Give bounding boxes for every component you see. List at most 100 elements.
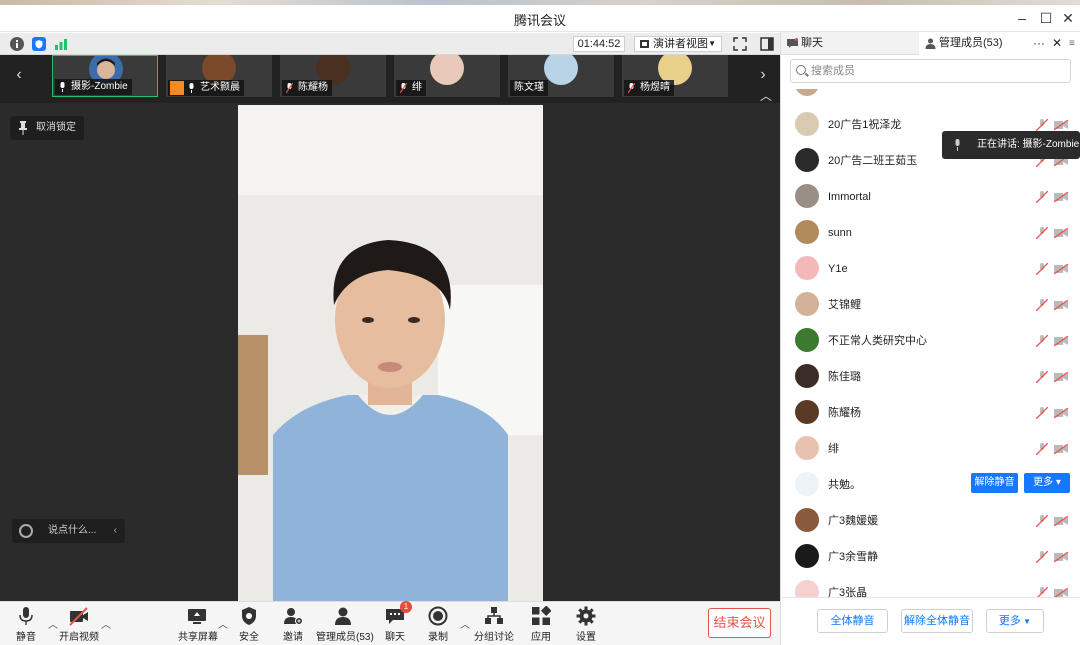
- member-name: Y1e: [828, 263, 848, 275]
- footer-more-button[interactable]: 更多 ▼: [986, 609, 1044, 633]
- participant-thumbnail[interactable]: 陈文瑾: [508, 55, 614, 97]
- list-item[interactable]: 共勉。 解除静音 更多 ▾: [781, 467, 1080, 503]
- minimize-icon[interactable]: –: [1015, 11, 1029, 25]
- more-dots-icon[interactable]: ···: [1033, 32, 1045, 55]
- camera-off-icon: [1054, 552, 1068, 562]
- chat-button[interactable]: 1 聊天: [382, 601, 412, 644]
- sidebar-toggle-icon[interactable]: [760, 37, 774, 51]
- microphone-muted-icon: [1036, 443, 1048, 455]
- avatar: [795, 400, 819, 424]
- list-item[interactable]: [781, 89, 1080, 103]
- tab-members-label: 管理成员(53): [939, 37, 1003, 49]
- speaker-video: [238, 105, 543, 601]
- invite-button[interactable]: 邀请: [280, 606, 306, 644]
- chevron-up-icon[interactable]: ︿: [101, 616, 111, 631]
- fullscreen-icon[interactable]: [733, 37, 747, 51]
- thumbnail-label: 艺术颢晨: [168, 80, 244, 96]
- thumbnail-name: 艺术颢晨: [200, 82, 240, 93]
- close-icon[interactable]: ✕: [1061, 11, 1075, 25]
- microphone-muted-icon: [1037, 587, 1048, 597]
- emoji-icon[interactable]: [19, 524, 33, 538]
- list-item[interactable]: 艾锦鲤: [781, 287, 1080, 323]
- thumbnail-label: 杨煜晴: [624, 80, 674, 96]
- unpin-button[interactable]: 取消锁定: [10, 116, 84, 140]
- chevron-up-icon[interactable]: ︿: [460, 616, 470, 631]
- chat-icon: [787, 38, 798, 48]
- view-mode-dropdown[interactable]: 演讲者视图 ▼: [634, 36, 722, 52]
- list-item[interactable]: Immortal: [781, 179, 1080, 215]
- list-item[interactable]: 陈佳璐: [781, 359, 1080, 395]
- member-name: 20广告二班王茹玉: [828, 155, 918, 167]
- list-item[interactable]: sunn: [781, 215, 1080, 251]
- participant-thumbnail[interactable]: 摄影-Zombie: [52, 55, 158, 97]
- camera-off-icon: [1054, 336, 1068, 346]
- mute-all-button[interactable]: 全体静音: [817, 609, 888, 633]
- chat-icon: 1: [385, 601, 412, 626]
- security-label: 安全: [239, 632, 259, 643]
- microphone-muted-icon: [1036, 119, 1048, 131]
- chevron-up-icon[interactable]: ︿: [760, 87, 772, 104]
- manage-members-button[interactable]: 管理成员(53): [316, 606, 374, 644]
- start-video-button[interactable]: 开启视频: [58, 606, 100, 644]
- thumbnail-name: 绯: [412, 82, 422, 93]
- list-item[interactable]: 陈耀杨: [781, 395, 1080, 431]
- apps-button[interactable]: 应用: [528, 605, 554, 644]
- avatar: [795, 256, 819, 280]
- member-panel-footer: 全体静音 解除全体静音 更多 ▼: [781, 597, 1080, 645]
- chevron-right-icon[interactable]: ›: [756, 63, 770, 87]
- participant-thumbnail[interactable]: 艺术颢晨: [166, 55, 272, 97]
- tab-chat[interactable]: 聊天: [781, 32, 919, 55]
- start-video-label: 开启视频: [59, 632, 99, 643]
- info-icon[interactable]: [10, 37, 24, 51]
- participant-thumbnail[interactable]: 杨煜晴: [622, 55, 728, 97]
- participant-thumbnail[interactable]: 绯: [394, 55, 500, 97]
- camera-off-icon: [69, 606, 89, 626]
- list-item[interactable]: Y1e: [781, 251, 1080, 287]
- camera-off-icon: [1054, 120, 1068, 130]
- microphone-muted-icon: [628, 83, 635, 93]
- maximize-icon[interactable]: ☐: [1039, 11, 1053, 25]
- unmute-all-button[interactable]: 解除全体静音: [901, 609, 973, 633]
- list-item[interactable]: 不正常人类研究中心: [781, 323, 1080, 359]
- record-button[interactable]: 录制: [425, 606, 451, 644]
- member-name: 广3魏媛媛: [828, 515, 879, 527]
- breakout-label: 分组讨论: [474, 632, 514, 643]
- chevron-left-icon[interactable]: ‹: [114, 519, 117, 543]
- list-item[interactable]: 广3张晶: [781, 575, 1080, 597]
- mute-label: 静音: [16, 632, 36, 643]
- list-item[interactable]: 广3魏媛媛: [781, 503, 1080, 539]
- member-name: 广3张晶: [828, 587, 868, 597]
- end-meeting-button[interactable]: 结束会议: [708, 608, 771, 638]
- more-button[interactable]: 更多 ▾: [1024, 473, 1070, 493]
- shield-icon[interactable]: [32, 37, 46, 51]
- member-name: 艾锦鲤: [828, 299, 861, 311]
- menu-icon[interactable]: ≡: [1069, 32, 1075, 55]
- record-label: 录制: [428, 632, 448, 643]
- settings-button[interactable]: 设置: [573, 606, 599, 644]
- member-name: 陈佳璐: [828, 371, 861, 383]
- user-icon: [925, 38, 936, 49]
- unmute-button[interactable]: 解除静音: [971, 473, 1018, 493]
- security-button[interactable]: 安全: [236, 606, 262, 644]
- list-item[interactable]: 绯: [781, 431, 1080, 467]
- close-icon[interactable]: ✕: [1052, 32, 1062, 55]
- chevron-left-icon[interactable]: ‹: [12, 63, 26, 87]
- avatar: [795, 508, 819, 532]
- member-name: sunn: [828, 227, 852, 239]
- member-name: 陈耀杨: [828, 407, 861, 419]
- quick-chat-input[interactable]: 说点什么... ‹: [12, 519, 125, 543]
- signal-icon[interactable]: [54, 37, 68, 51]
- share-screen-button[interactable]: 共享屏幕: [178, 606, 218, 644]
- chevron-up-icon[interactable]: ︿: [218, 616, 228, 631]
- chevron-up-icon[interactable]: ︿: [48, 616, 58, 631]
- video-area: ‹ 摄影-Zombie 艺术颢晨 陈耀杨 绯 陈文瑾 杨煜晴 › ︿ 取消锁定 …: [0, 55, 780, 601]
- member-search-input[interactable]: 搜索成员: [790, 59, 1071, 83]
- breakout-rooms-button[interactable]: 分组讨论: [474, 606, 514, 644]
- avatar-badge: [170, 81, 184, 95]
- microphone-icon: [60, 82, 65, 92]
- mute-button[interactable]: 静音: [10, 606, 42, 644]
- footer-more-label: 更多: [998, 615, 1021, 627]
- list-item[interactable]: 广3余雪静: [781, 539, 1080, 575]
- participant-thumbnail[interactable]: 陈耀杨: [280, 55, 386, 97]
- tab-members[interactable]: 管理成员(53) ··· ✕ ≡: [919, 32, 1080, 55]
